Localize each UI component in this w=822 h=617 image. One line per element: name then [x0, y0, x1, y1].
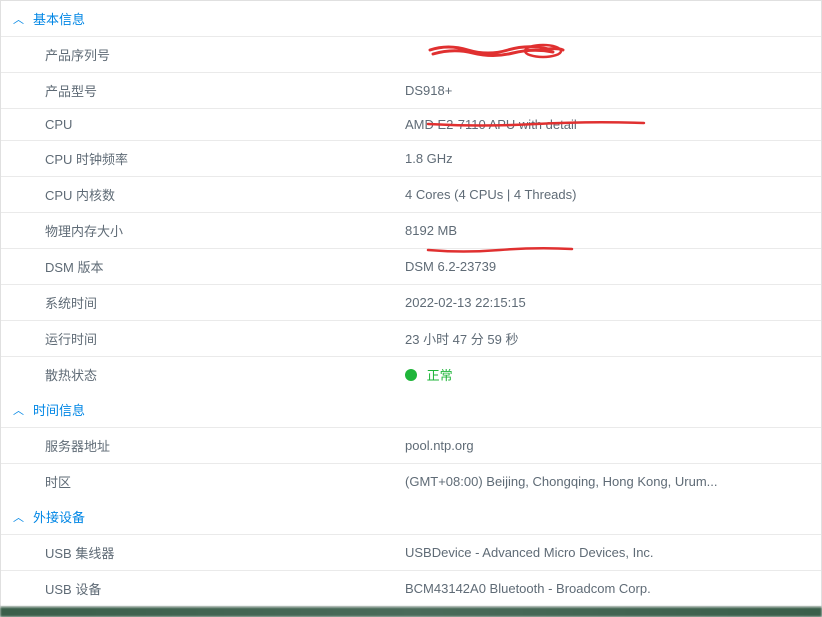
row-systime: 系统时间 2022-02-13 22:15:15	[1, 284, 821, 320]
section-title-basic: 基本信息	[33, 9, 85, 28]
label-cpu: CPU	[45, 117, 405, 132]
thermal-status-text: 正常	[427, 368, 453, 383]
row-thermal: 散热状态 正常	[1, 356, 821, 392]
value-dsm: DSM 6.2-23739	[405, 259, 496, 274]
row-cpu: CPU AMD E2-7110 APU with detail	[1, 108, 821, 140]
value-uptime: 23 小时 47 分 59 秒	[405, 329, 518, 348]
section-header-basic[interactable]: ︿ 基本信息	[1, 1, 821, 36]
row-cpu-clock: CPU 时钟频率 1.8 GHz	[1, 140, 821, 176]
label-systime: 系统时间	[45, 293, 405, 312]
label-usb-dev: USB 设备	[45, 579, 405, 598]
row-ntp: 服务器地址 pool.ntp.org	[1, 427, 821, 463]
chevron-up-icon: ︿	[13, 402, 27, 418]
label-cpu-clock: CPU 时钟频率	[45, 149, 405, 168]
section-header-time[interactable]: ︿ 时间信息	[1, 392, 821, 427]
row-model: 产品型号 DS918+	[1, 72, 821, 108]
chevron-up-icon: ︿	[13, 11, 27, 27]
info-panel: ︿ 基本信息 产品序列号 产品型号 DS918+ CPU AMD E2-7110…	[0, 0, 822, 607]
label-serial: 产品序列号	[45, 45, 405, 64]
row-tz: 时区 (GMT+08:00) Beijing, Chongqing, Hong …	[1, 463, 821, 499]
status-dot-icon	[405, 369, 417, 381]
value-systime: 2022-02-13 22:15:15	[405, 295, 526, 310]
background-strip	[0, 607, 822, 617]
label-model: 产品型号	[45, 81, 405, 100]
label-tz: 时区	[45, 472, 405, 491]
label-dsm: DSM 版本	[45, 257, 405, 276]
section-title-time: 时间信息	[33, 400, 85, 419]
section-title-external: 外接设备	[33, 507, 85, 526]
label-memory: 物理内存大小	[45, 221, 405, 240]
chevron-up-icon: ︿	[13, 509, 27, 525]
row-cpu-cores: CPU 内核数 4 Cores (4 CPUs | 4 Threads)	[1, 176, 821, 212]
row-usb-hub: USB 集线器 USBDevice - Advanced Micro Devic…	[1, 534, 821, 570]
label-cpu-cores: CPU 内核数	[45, 185, 405, 204]
value-usb-dev: BCM43142A0 Bluetooth - Broadcom Corp.	[405, 581, 651, 596]
value-thermal: 正常	[405, 365, 453, 384]
value-ntp: pool.ntp.org	[405, 438, 474, 453]
value-cpu-clock: 1.8 GHz	[405, 151, 453, 166]
row-dsm: DSM 版本 DSM 6.2-23739	[1, 248, 821, 284]
row-usb-dev: USB 设备 BCM43142A0 Bluetooth - Broadcom C…	[1, 570, 821, 606]
row-uptime: 运行时间 23 小时 47 分 59 秒	[1, 320, 821, 356]
value-cpu: AMD E2-7110 APU with detail	[405, 117, 577, 132]
value-tz: (GMT+08:00) Beijing, Chongqing, Hong Kon…	[405, 474, 718, 489]
value-usb-hub: USBDevice - Advanced Micro Devices, Inc.	[405, 545, 654, 560]
label-usb-hub: USB 集线器	[45, 543, 405, 562]
value-memory: 8192 MB	[405, 223, 457, 238]
label-uptime: 运行时间	[45, 329, 405, 348]
label-thermal: 散热状态	[45, 365, 405, 384]
section-header-external[interactable]: ︿ 外接设备	[1, 499, 821, 534]
label-ntp: 服务器地址	[45, 436, 405, 455]
row-memory: 物理内存大小 8192 MB	[1, 212, 821, 248]
value-cpu-cores: 4 Cores (4 CPUs | 4 Threads)	[405, 187, 576, 202]
row-serial: 产品序列号	[1, 36, 821, 72]
value-model: DS918+	[405, 83, 452, 98]
